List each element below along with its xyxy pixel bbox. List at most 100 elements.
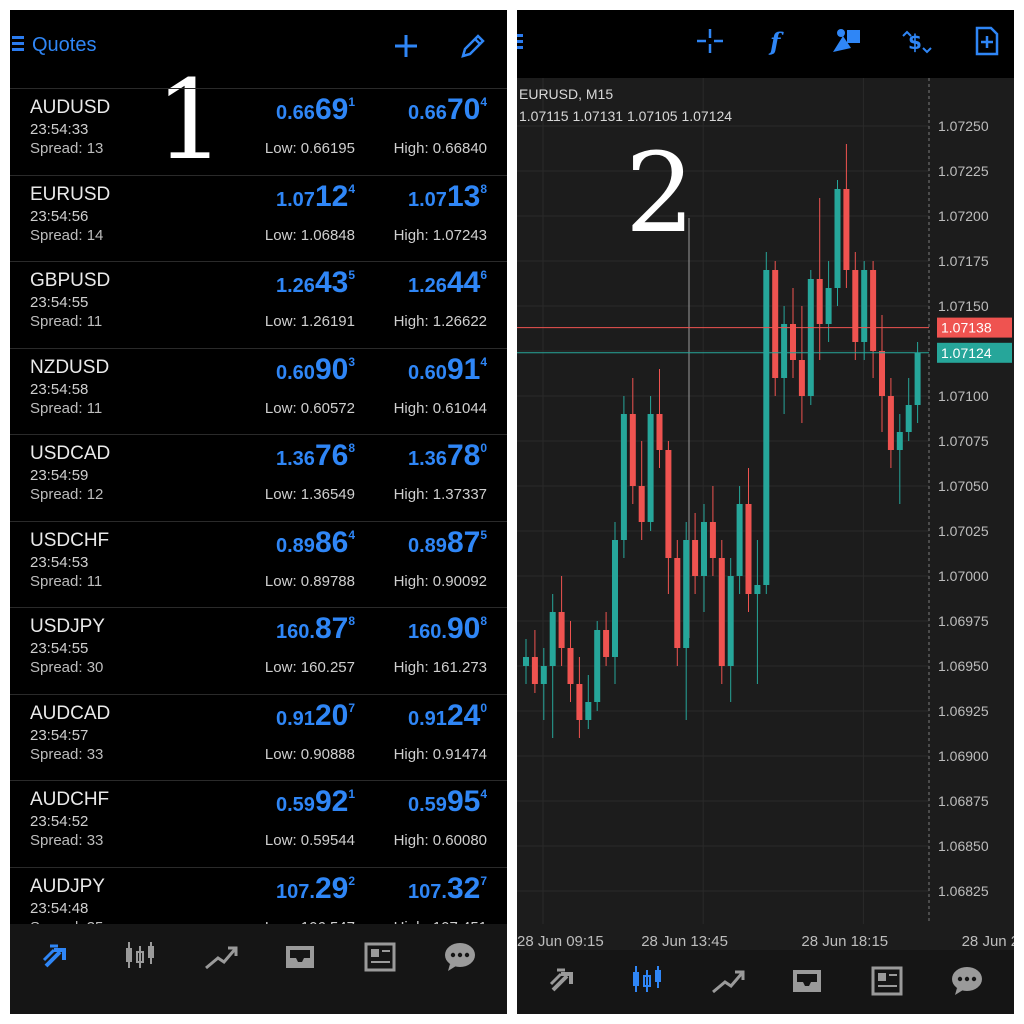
quote-low: Low: 1.26191 (264, 313, 355, 330)
ask-price-prefix: 1.26 (408, 275, 447, 297)
bid-price-prefix: 1.26 (276, 275, 315, 297)
chat-icon[interactable] (440, 938, 480, 974)
quote-row[interactable]: NZDUSD 23:54:58 Spread: 11 0.60903 0.60914 Lo… (10, 347, 507, 435)
bid-price[interactable]: 1.36768 (276, 439, 355, 473)
bid-price[interactable]: 160.878 (276, 612, 355, 646)
candle-body (727, 576, 734, 666)
ask-price[interactable]: 0.89875 (408, 526, 487, 560)
quote-symbol: NZDUSD (30, 356, 110, 378)
candle-body (905, 405, 912, 432)
bid-price[interactable]: 1.26435 (276, 266, 355, 300)
ask-price[interactable]: 0.91240 (408, 699, 487, 733)
quotes-icon[interactable] (40, 938, 80, 974)
candlestick-chart[interactable]: 1.07250 1.07225 1.07200 1.07175 1.07150 1.071… (517, 78, 1014, 950)
candle-body (763, 270, 770, 585)
y-tick-label: 1.06850 (938, 838, 989, 854)
candle-body (754, 585, 761, 594)
price-chart[interactable]: 1.07250 1.07225 1.07200 1.07175 1.07150 1.071… (517, 78, 1014, 950)
quote-symbol: EURUSD (30, 183, 111, 205)
add-icon[interactable] (390, 32, 422, 60)
news-icon[interactable] (867, 962, 907, 998)
candle-body (612, 540, 618, 657)
bottom-navigation (10, 924, 507, 1014)
bid-price[interactable]: 0.91207 (276, 699, 355, 733)
quote-row[interactable]: AUDCHF 23:54:52 Spread: 33 0.59921 0.59954 Lo… (10, 780, 507, 867)
quote-spread: Spread: 11 (30, 399, 103, 417)
ask-price[interactable]: 0.59954 (408, 785, 487, 819)
quote-low: Low: 0.59544 (264, 832, 355, 849)
menu-icon[interactable] (517, 34, 523, 50)
ask-price-pips: 70 (446, 93, 481, 126)
quote-row[interactable]: USDCHF 23:54:53 Spread: 11 0.89864 0.89875 Lo… (10, 520, 507, 608)
ask-price-pips: 87 (446, 525, 481, 559)
news-icon[interactable] (360, 938, 400, 974)
y-tick-label: 1.07150 (938, 298, 989, 314)
bid-price-prefix: 1.36 (276, 448, 315, 470)
bid-price[interactable]: 0.60903 (276, 353, 355, 387)
trade-icon[interactable] (709, 962, 749, 998)
ask-price-fraction: 4 (480, 787, 487, 801)
y-tick-label: 1.06950 (938, 658, 989, 674)
ask-price[interactable]: 1.26446 (408, 266, 487, 300)
quote-high: High: 0.60080 (393, 832, 487, 849)
edit-icon[interactable] (457, 32, 489, 60)
bid-price-prefix: 160. (276, 621, 315, 643)
menu-icon[interactable] (12, 36, 24, 52)
ask-price-fraction: 6 (480, 268, 487, 282)
bid-price[interactable]: 0.59921 (276, 785, 355, 819)
trade-icon[interactable] (202, 938, 242, 974)
ask-price[interactable]: 1.36780 (408, 439, 487, 473)
quote-low: Low: 1.36549 (264, 486, 355, 503)
quote-row[interactable]: EURUSD 23:54:56 Spread: 14 1.07124 1.07138 Lo… (10, 174, 507, 262)
quote-row[interactable]: USDCAD 23:54:59 Spread: 12 1.36768 1.36780 Lo… (10, 434, 507, 521)
quote-low: Low: 0.66195 (264, 140, 355, 157)
ask-price-pips: 78 (446, 439, 481, 472)
x-tick-label: 28 Jun 18:15 (801, 933, 888, 950)
bid-price-pips: 87 (314, 612, 349, 645)
chart-icon[interactable] (120, 938, 160, 974)
y-tick-label: 1.07025 (938, 523, 989, 539)
objects-icon[interactable] (829, 24, 865, 58)
indicators-icon[interactable]: f (760, 24, 796, 58)
candle-body (709, 522, 716, 558)
bid-price-prefix: 0.89 (276, 534, 315, 557)
ask-price-fraction: 8 (480, 181, 487, 196)
ask-price[interactable]: 160.908 (408, 612, 487, 646)
bid-price-fraction: 2 (348, 873, 355, 888)
candle-body (549, 612, 556, 666)
history-icon[interactable] (280, 938, 320, 974)
quote-spread: Spread: 11 (30, 572, 103, 590)
x-tick-label: 28 Jun 09:15 (517, 933, 604, 950)
ask-price[interactable]: 0.66704 (408, 93, 487, 127)
bid-price[interactable]: 1.07124 (276, 180, 355, 214)
quote-time: 23:54:33 (30, 121, 89, 138)
new-order-icon[interactable] (969, 24, 1005, 58)
quotes-icon[interactable] (547, 962, 587, 998)
bid-price-prefix: 1.07 (276, 188, 315, 211)
ask-price[interactable]: 0.60914 (408, 353, 487, 387)
symbol-icon[interactable]: $ (899, 24, 935, 58)
bid-price-prefix: 0.91 (276, 707, 315, 730)
quote-row[interactable]: GBPUSD 23:54:55 Spread: 11 1.26435 1.26446 Lo… (10, 261, 507, 348)
bid-price[interactable]: 107.292 (276, 872, 355, 906)
bid-price-pips: 76 (314, 439, 349, 472)
quote-low: Low: 0.90888 (264, 745, 355, 763)
chat-icon[interactable] (947, 962, 987, 998)
quote-row[interactable]: USDJPY 23:54:55 Spread: 30 160.878 160.908 Lo… (10, 607, 507, 694)
candle-body (683, 540, 690, 648)
quote-row[interactable]: AUDCAD 23:54:57 Spread: 33 0.91207 0.91240 Lo… (10, 693, 507, 781)
bid-price-prefix: 0.60 (276, 361, 315, 384)
quote-row[interactable]: AUDUSD 23:54:33 Spread: 13 0.66691 0.66704 Lo… (10, 88, 507, 175)
svg-text:f: f (768, 27, 784, 56)
history-icon[interactable] (787, 962, 827, 998)
candle-body (914, 352, 921, 405)
bid-price[interactable]: 0.89864 (276, 526, 355, 560)
crosshair-icon[interactable] (692, 24, 728, 58)
ask-price[interactable]: 107.327 (408, 872, 487, 906)
bid-price[interactable]: 0.66691 (276, 93, 355, 127)
ask-price[interactable]: 1.07138 (408, 180, 487, 214)
ask-price-fraction: 4 (480, 354, 487, 369)
chart-icon[interactable] (627, 962, 667, 998)
candle-body (852, 270, 859, 342)
quote-time: 23:54:53 (30, 553, 89, 571)
